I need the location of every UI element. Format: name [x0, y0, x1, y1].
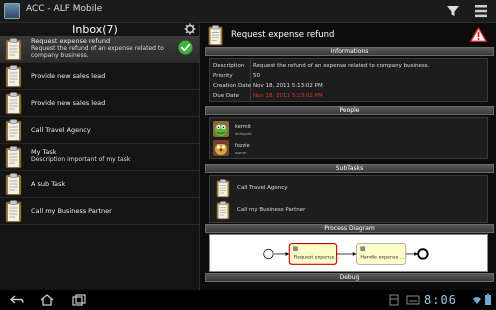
- recent-apps-icon[interactable]: [72, 294, 86, 306]
- person-role: owner: [235, 150, 247, 155]
- task-item-provide-new-sales-lead-2[interactable]: Provide new sales lead: [0, 90, 199, 117]
- person-role: delegate: [235, 131, 252, 136]
- gear-icon[interactable]: [184, 23, 196, 35]
- app-title: ACC - ALF Mobile: [26, 4, 103, 14]
- inbox-title: Inbox(7): [72, 23, 118, 36]
- clipboard-icon: [5, 173, 22, 196]
- start-event: [263, 248, 274, 260]
- person-name: fozzie: [235, 143, 250, 149]
- action-bar: ACC - ALF Mobile: [0, 0, 496, 23]
- person-name: kermit: [235, 124, 251, 130]
- task-title: Provide new sales lead: [31, 72, 106, 80]
- debug-section-header[interactable]: Debug: [205, 273, 494, 282]
- clipboard-icon: [5, 200, 22, 223]
- subtasks-section-header[interactable]: SubTasks: [205, 164, 494, 173]
- task-description: Description important of my task: [31, 156, 131, 163]
- info-label-priority: Priority: [213, 73, 233, 79]
- task-item-call-travel-agency[interactable]: Call Travel Agency: [0, 117, 199, 144]
- task-title: Request expense refund: [31, 37, 111, 45]
- task-item-provide-new-sales-lead[interactable]: Provide new sales lead: [0, 63, 199, 90]
- task-title: Provide new sales lead: [31, 99, 106, 107]
- task-item-a-sub-task[interactable]: A sub Task: [0, 171, 199, 198]
- people-section-header[interactable]: People: [205, 106, 494, 115]
- subtask-label: Call Travel Agency: [237, 185, 288, 191]
- filter-icon[interactable]: [446, 4, 460, 18]
- inbox-panel: Inbox(7) Request expense refund Request …: [0, 23, 200, 290]
- gallery-icon: [389, 294, 399, 306]
- clipboard-icon: [5, 92, 22, 115]
- info-label-description: Description: [213, 63, 245, 69]
- clipboard-icon: [5, 65, 22, 88]
- app-logo-icon[interactable]: [4, 3, 20, 19]
- info-value-due-date: Nov 18, 2011 5:13:02 PM: [253, 93, 323, 99]
- task-detail-panel: Request expense refund Informations Desc…: [204, 23, 496, 290]
- subtask-label: Call my Business Partner: [237, 207, 306, 213]
- wifi-icon: [473, 297, 481, 304]
- status-clock: 8:06: [424, 293, 457, 307]
- task-item-call-my-business-partner[interactable]: Call my Business Partner: [0, 198, 199, 225]
- clipboard-icon: [5, 146, 22, 169]
- overflow-menu-icon[interactable]: [474, 3, 488, 19]
- subtask-item-call-my-business-partner[interactable]: Call my Business Partner: [213, 201, 483, 221]
- info-label-due-date: Due Date: [213, 93, 239, 99]
- subtask-item-call-travel-agency[interactable]: Call Travel Agency: [213, 179, 483, 199]
- system-nav-bar: 8:06: [0, 290, 496, 310]
- task-title: Call my Business Partner: [31, 207, 112, 215]
- clipboard-icon: [5, 119, 22, 142]
- subtasks-list: Call Travel Agency Call my Business Part…: [209, 175, 488, 223]
- avatar-kermit: [213, 121, 229, 137]
- table-divider: [250, 59, 251, 101]
- flow-arrowhead: [352, 252, 357, 256]
- check-icon: [178, 40, 193, 55]
- detail-header: Request expense refund: [204, 23, 496, 47]
- info-label-creation-date: Creation Date: [213, 83, 252, 89]
- process-diagram-section-header[interactable]: Process Diagram: [205, 224, 494, 233]
- diagram-node-label: Handle expense ...: [360, 255, 404, 261]
- back-icon[interactable]: [10, 295, 24, 305]
- home-icon[interactable]: [40, 294, 54, 306]
- process-diagram: Request expense... Handle expense ...: [209, 234, 488, 272]
- informations-section-header[interactable]: Informations: [205, 47, 494, 56]
- clipboard-icon: [207, 25, 224, 46]
- clipboard-icon: [216, 179, 230, 198]
- info-value-description: Request the refund of an expense related…: [253, 63, 430, 69]
- avatar-fozzie: [213, 140, 229, 156]
- info-value-priority: 50: [253, 73, 260, 79]
- user-task-icon: [360, 246, 366, 252]
- task-item-request-expense-refund[interactable]: Request expense refund Request the refun…: [0, 36, 199, 63]
- info-value-creation-date: Nov 18, 2011 5:13:02 PM: [253, 83, 323, 89]
- task-item-my-task[interactable]: My Task Description important of my task: [0, 144, 199, 171]
- task-description: Request the refund of an expense related…: [31, 45, 164, 59]
- task-title: My Task: [31, 148, 57, 156]
- diagram-node-label: Request expense...: [294, 255, 339, 261]
- keyboard-icon: [406, 295, 420, 305]
- end-event: [417, 248, 429, 260]
- task-title: A sub Task: [31, 180, 66, 188]
- task-title: Call Travel Agency: [31, 126, 91, 134]
- informations-table: Description Request the refund of an exp…: [209, 58, 488, 102]
- battery-icon: [485, 293, 491, 305]
- people-list: kermit delegate fozzie owner: [209, 117, 488, 159]
- detail-title: Request expense refund: [231, 30, 335, 40]
- clipboard-icon: [216, 201, 230, 220]
- clipboard-icon: [5, 38, 22, 61]
- user-task-icon: [293, 246, 298, 252]
- warning-icon: [470, 27, 487, 42]
